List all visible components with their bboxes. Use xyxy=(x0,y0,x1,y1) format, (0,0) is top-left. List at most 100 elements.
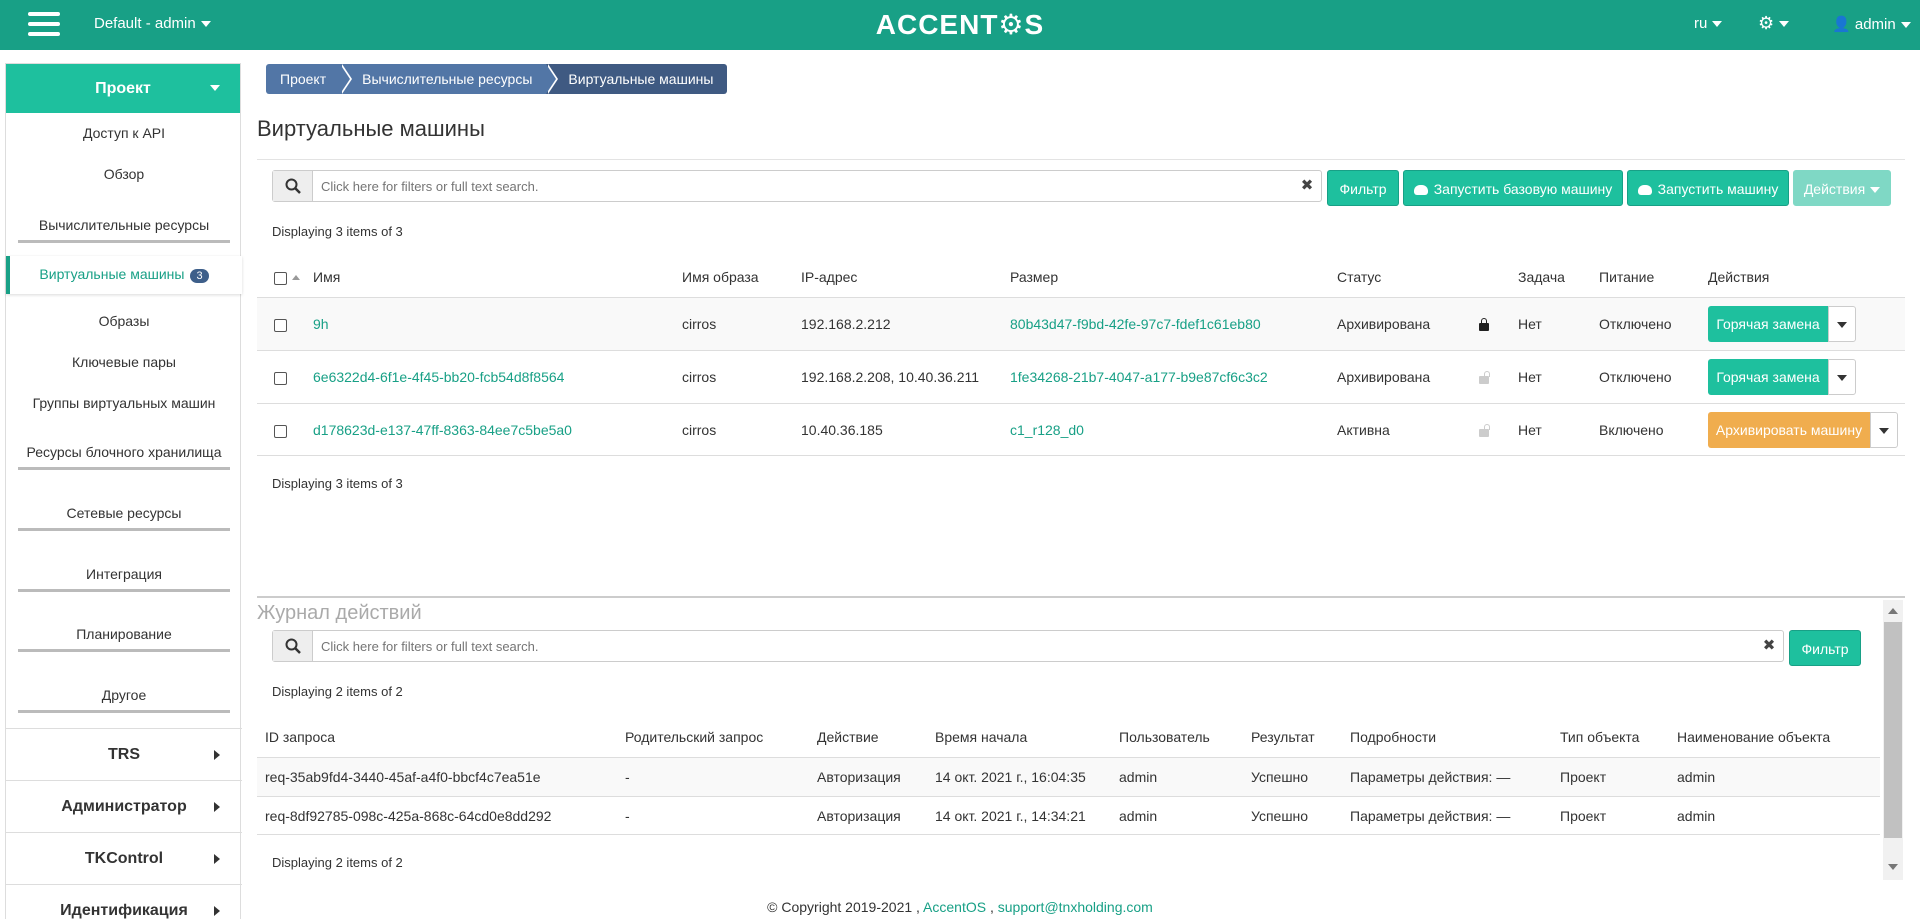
log-count-top: Displaying 2 items of 2 xyxy=(272,684,403,699)
launch-label: Запустить машину xyxy=(1657,181,1779,197)
row-checkbox[interactable] xyxy=(274,319,287,332)
search-icon xyxy=(273,631,313,661)
col-header-image[interactable]: Имя образа xyxy=(682,269,759,285)
col-header-power[interactable]: Питание xyxy=(1599,269,1654,285)
instance-size-link[interactable]: 1fe34268-21b7-4047-a177-b9e87cf6c3c2 xyxy=(1010,369,1268,385)
user-menu[interactable]: 👤 admin xyxy=(1832,15,1911,33)
instance-status: Архивирована xyxy=(1337,369,1431,385)
copyright-text: © Copyright 2019-2021 , xyxy=(767,899,920,915)
scroll-up-icon[interactable] xyxy=(1888,608,1898,614)
log-panel-divider[interactable] xyxy=(257,596,1905,598)
sidebar-item-other[interactable]: Другое xyxy=(6,687,242,713)
log-col-object-type[interactable]: Тип объекта xyxy=(1560,729,1639,745)
sidebar-header-project[interactable]: Проект xyxy=(6,64,240,113)
lock-icon[interactable] xyxy=(1479,318,1489,331)
project-selector[interactable]: Default - admin xyxy=(94,15,211,32)
instance-name-link[interactable]: 9h xyxy=(313,316,329,332)
unlock-icon[interactable] xyxy=(1479,371,1490,384)
scroll-down-icon[interactable] xyxy=(1888,864,1898,870)
log-search-input[interactable] xyxy=(313,631,1755,661)
unlock-icon[interactable] xyxy=(1479,424,1490,437)
sidebar-item-instances[interactable]: Виртуальные машины 3 xyxy=(6,256,242,294)
log-col-object-name[interactable]: Наименование объекта xyxy=(1677,729,1830,745)
sidebar-group-label: TKControl xyxy=(84,850,164,867)
instance-size-link[interactable]: 80b43d47-f9bd-42fe-97c7-fdef1c61eb80 xyxy=(1010,316,1261,332)
row-actions-dropdown[interactable] xyxy=(1828,306,1856,342)
log-result: Успешно xyxy=(1251,808,1309,824)
log-scrollbar-thumb[interactable] xyxy=(1884,622,1902,838)
support-email-link[interactable]: support@tnxholding.com xyxy=(998,899,1153,915)
sidebar-group-admin[interactable]: Администратор xyxy=(6,780,242,832)
sidebar-item-instances-label: Виртуальные машины xyxy=(39,266,185,282)
log-col-result[interactable]: Результат xyxy=(1251,729,1315,745)
col-header-size[interactable]: Размер xyxy=(1010,269,1058,285)
language-label: ru xyxy=(1694,15,1708,32)
instances-search-bar: ✖ xyxy=(272,170,1322,202)
sidebar-item-images[interactable]: Образы xyxy=(6,313,242,329)
chevron-right-icon xyxy=(214,854,220,864)
table-row: 9h cirros 192.168.2.212 80b43d47-f9bd-42… xyxy=(257,297,1905,350)
menu-icon[interactable] xyxy=(28,12,60,38)
sidebar-item-overview[interactable]: Обзор xyxy=(6,166,242,182)
log-col-details[interactable]: Подробности xyxy=(1350,729,1436,745)
hot-swap-button[interactable]: Горячая замена xyxy=(1708,306,1828,342)
instances-search-input[interactable] xyxy=(313,171,1293,201)
launch-base-instance-button[interactable]: Запустить базовую машину xyxy=(1403,170,1623,206)
brand-link[interactable]: AccentOS xyxy=(923,899,986,915)
log-col-start-time[interactable]: Время начала xyxy=(935,729,1027,745)
more-actions-button[interactable]: Действия xyxy=(1793,170,1891,206)
col-header-task[interactable]: Задача xyxy=(1518,269,1565,285)
sidebar-item-compute[interactable]: Вычислительные ресурсы xyxy=(6,217,242,243)
log-parent-request: - xyxy=(625,769,630,785)
launch-instance-button[interactable]: Запустить машину xyxy=(1627,170,1789,206)
filter-button[interactable]: Фильтр xyxy=(1327,170,1399,206)
clear-icon[interactable]: ✖ xyxy=(1755,631,1783,661)
sidebar-item-network[interactable]: Сетевые ресурсы xyxy=(6,505,242,531)
clear-icon[interactable]: ✖ xyxy=(1293,171,1321,201)
row-checkbox[interactable] xyxy=(274,372,287,385)
sidebar-group-label: TRS xyxy=(108,746,140,763)
table-row: 6e6322d4-6f1e-4f45-bb20-fcb54d8f8564 cir… xyxy=(257,350,1905,403)
sidebar-item-integration[interactable]: Интеграция xyxy=(6,566,242,592)
instance-image: cirros xyxy=(682,422,717,438)
log-col-request-id[interactable]: ID запроса xyxy=(265,729,335,745)
col-header-ip[interactable]: IP-адрес xyxy=(801,269,857,285)
sort-icon[interactable] xyxy=(292,275,300,280)
sidebar-item-scheduling[interactable]: Планирование xyxy=(6,626,242,652)
sidebar-item-block-storage[interactable]: Ресурсы блочного хранилища xyxy=(6,444,242,470)
log-object-name: admin xyxy=(1677,769,1716,785)
log-request-id: req-8df92785-098c-425a-868c-64cd0e8dd292 xyxy=(265,808,552,824)
footer-separator: , xyxy=(989,899,994,915)
row-actions-dropdown[interactable] xyxy=(1870,412,1898,448)
log-col-action[interactable]: Действие xyxy=(817,729,879,745)
col-header-name[interactable]: Имя xyxy=(313,269,340,285)
sidebar-group-trs[interactable]: TRS xyxy=(6,728,242,780)
sidebar-group-tkcontrol[interactable]: TKControl xyxy=(6,832,242,884)
col-header-status[interactable]: Статус xyxy=(1337,269,1381,285)
settings-menu[interactable]: ⚙ xyxy=(1758,13,1790,34)
instance-name-link[interactable]: d178623d-e137-47ff-8363-84ee7c5be5a0 xyxy=(313,422,572,438)
sidebar-item-server-groups[interactable]: Группы виртуальных машин xyxy=(6,395,242,411)
breadcrumb-compute[interactable]: Вычислительные ресурсы xyxy=(340,64,559,94)
row-checkbox[interactable] xyxy=(274,425,287,438)
chevron-right-icon xyxy=(214,802,220,812)
gear-icon: ⚙ xyxy=(1758,13,1775,33)
footer: © Copyright 2019-2021 , AccentOS , suppo… xyxy=(0,899,1920,915)
log-col-user[interactable]: Пользователь xyxy=(1119,729,1210,745)
project-label: Default - admin xyxy=(94,15,196,32)
hot-swap-button[interactable]: Горячая замена xyxy=(1708,359,1828,395)
sidebar-item-key-pairs[interactable]: Ключевые пары xyxy=(6,354,242,370)
sidebar-item-api-access[interactable]: Доступ к API xyxy=(6,125,242,141)
instance-name-link[interactable]: 6e6322d4-6f1e-4f45-bb20-fcb54d8f8564 xyxy=(313,369,564,385)
row-actions-dropdown[interactable] xyxy=(1828,359,1856,395)
log-action: Авторизация xyxy=(817,808,901,824)
log-col-parent-request[interactable]: Родительский запрос xyxy=(625,729,763,745)
select-all-checkbox[interactable] xyxy=(274,272,287,285)
shelve-instance-button[interactable]: Архивировать машину xyxy=(1708,412,1870,448)
language-selector[interactable]: ru xyxy=(1694,15,1723,32)
chevron-right-icon xyxy=(214,750,220,760)
breadcrumb-project[interactable]: Проект xyxy=(266,64,353,94)
log-filter-button[interactable]: Фильтр xyxy=(1789,630,1861,666)
divider xyxy=(257,159,1905,160)
instance-size-link[interactable]: c1_r128_d0 xyxy=(1010,422,1084,438)
